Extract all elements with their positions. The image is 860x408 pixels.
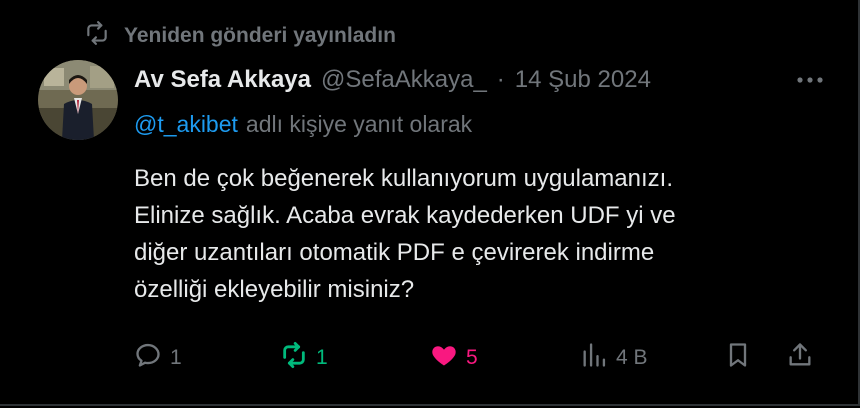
reply-to-suffix: adlı kişiye yanıt olarak [245, 110, 473, 137]
reply-button[interactable]: 1 [134, 338, 182, 378]
repost-count: 1 [316, 346, 328, 369]
action-bar: 1 1 5 4 B [134, 338, 824, 378]
tweet-body: Ben de çok beğenerek kullanıyorum uygula… [134, 160, 834, 308]
tweet-body-line: Ben de çok beğenerek kullanıyorum uygula… [134, 165, 673, 192]
tweet-body-line: diğer uzantıları otomatik PDF e çevirere… [134, 239, 655, 266]
separator-dot: · [496, 66, 505, 93]
repost-button[interactable]: 1 [280, 338, 328, 378]
views-chart-icon [580, 341, 608, 375]
repost-indicator: Yeniden gönderi yayınladın [84, 20, 396, 52]
share-button[interactable] [786, 338, 814, 378]
more-icon[interactable] [790, 66, 830, 94]
repost-icon [84, 20, 110, 52]
author-name[interactable]: Av Sefa Akkaya [134, 66, 311, 94]
reply-to-handle[interactable]: @t_akibet [134, 111, 238, 138]
views-count: 4 B [616, 346, 648, 369]
reply-icon [134, 341, 162, 375]
bookmark-button[interactable] [724, 338, 752, 378]
reply-context: @t_akibet adlı kişiye yanıt olarak [134, 106, 834, 142]
heart-icon [430, 341, 458, 375]
repost-label: Yeniden gönderi yayınladın [124, 24, 396, 47]
tweet-body-line: özelliği ekleyebilir misiniz? [134, 276, 415, 303]
tweet-header: Av Sefa Akkaya @SefaAkkaya_ · 14 Şub 202… [134, 60, 834, 100]
tweet-card[interactable]: Yeniden gönderi yayınladın Av Sefa Akkay… [0, 0, 860, 406]
avatar[interactable] [38, 60, 118, 140]
like-button[interactable]: 5 [430, 338, 478, 378]
tweet-body-line: Elinize sağlık. Acaba evrak kaydederken … [134, 202, 676, 229]
views-button[interactable]: 4 B [580, 338, 648, 378]
repost-icon [280, 341, 308, 375]
reply-count: 1 [170, 346, 182, 369]
author-handle[interactable]: @SefaAkkaya_ [321, 66, 487, 94]
tweet-date[interactable]: 14 Şub 2024 [515, 66, 651, 94]
share-icon [786, 341, 814, 375]
like-count: 5 [466, 346, 478, 369]
bookmark-icon [724, 341, 752, 375]
